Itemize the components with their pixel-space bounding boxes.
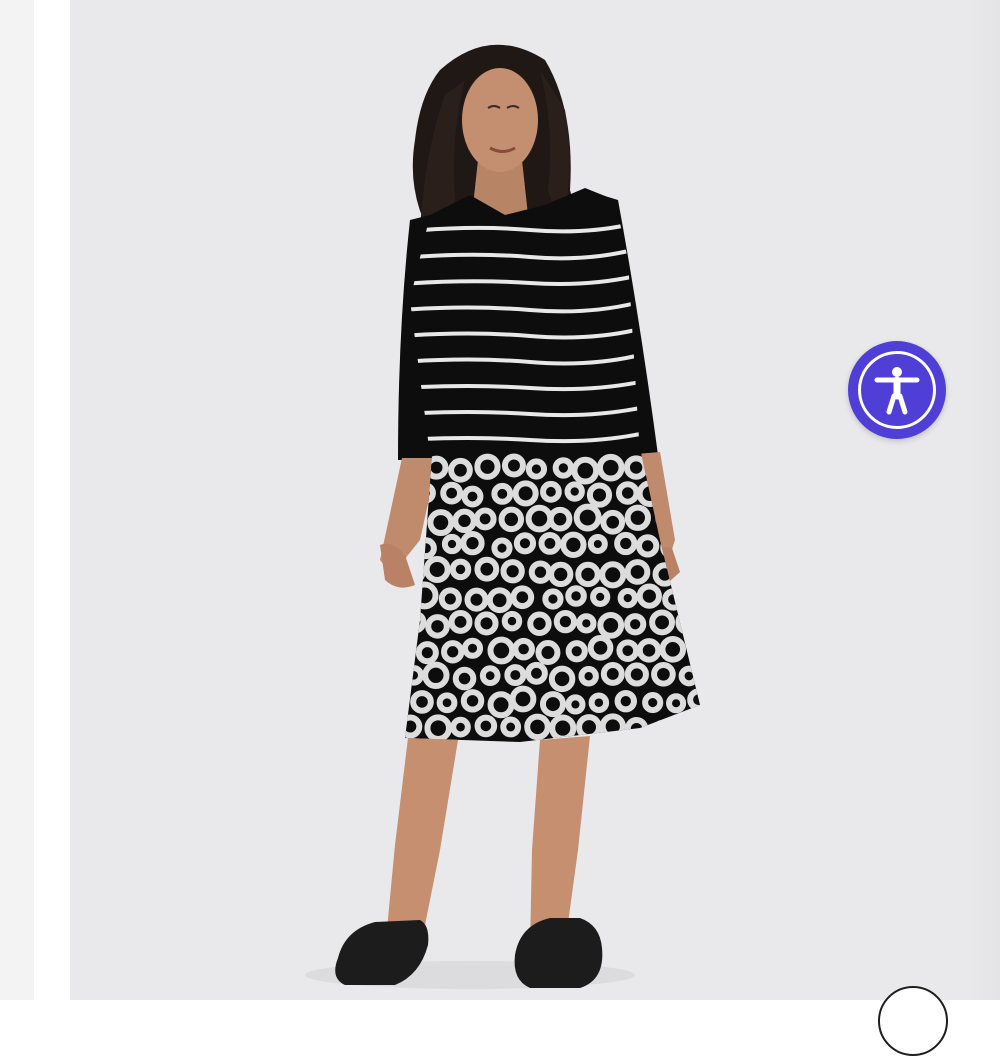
circle-icon[interactable] bbox=[878, 986, 948, 1056]
right-sandal bbox=[514, 918, 603, 988]
skirt-dot bbox=[673, 508, 699, 535]
skirt-dot bbox=[689, 638, 700, 663]
accessibility-person-icon bbox=[858, 351, 936, 429]
skirt-dot bbox=[677, 716, 699, 739]
skirt-dot bbox=[687, 531, 700, 559]
skirt-dot bbox=[663, 482, 686, 505]
product-photo bbox=[305, 44, 700, 989]
face bbox=[462, 68, 538, 172]
left-leg bbox=[385, 738, 458, 950]
skirt-dot bbox=[690, 587, 700, 611]
right-leg bbox=[530, 736, 590, 948]
skirt-dot bbox=[675, 609, 700, 635]
skirt-dot bbox=[687, 484, 700, 506]
accessibility-button[interactable] bbox=[848, 341, 946, 439]
skirt-dot bbox=[652, 719, 674, 741]
skirt-dot bbox=[677, 559, 700, 587]
skirt-dot bbox=[679, 456, 700, 479]
skirt-dot bbox=[405, 610, 427, 634]
skirt-dot bbox=[624, 716, 649, 741]
